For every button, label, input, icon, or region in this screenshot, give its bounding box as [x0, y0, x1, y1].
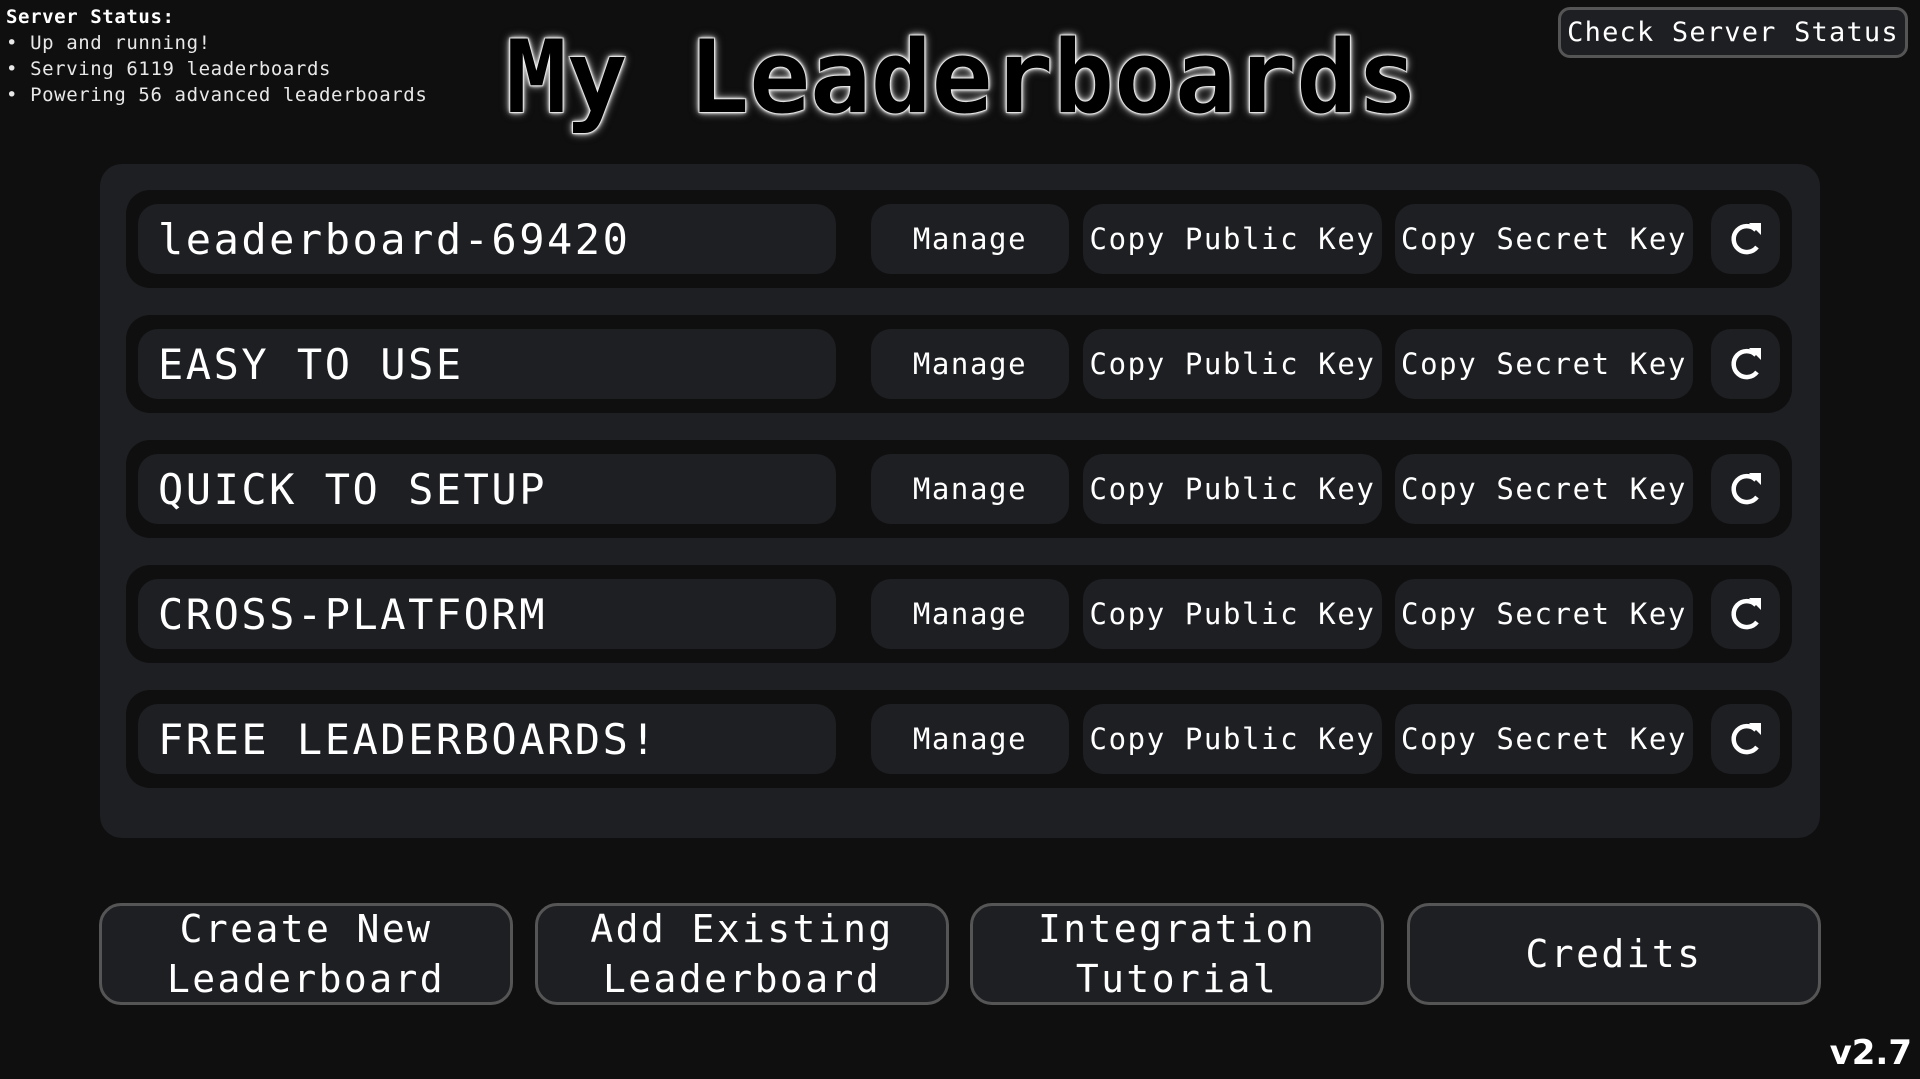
manage-button[interactable]: Manage: [871, 329, 1069, 399]
copy-public-key-button[interactable]: Copy Public Key: [1083, 454, 1382, 524]
refresh-button[interactable]: [1711, 204, 1780, 274]
leaderboard-row: FREE LEADERBOARDS! Manage Copy Public Ke…: [126, 690, 1792, 788]
copy-secret-key-button[interactable]: Copy Secret Key: [1395, 704, 1693, 774]
manage-button[interactable]: Manage: [871, 454, 1069, 524]
button-label-line: Leaderboard: [602, 957, 882, 1001]
server-status-line: • Serving 6119 leaderboards: [6, 58, 332, 80]
leaderboard-row: leaderboard-69420 Manage Copy Public Key…: [126, 190, 1792, 288]
leaderboard-list-panel: leaderboard-69420 Manage Copy Public Key…: [100, 164, 1820, 838]
copy-public-key-button[interactable]: Copy Public Key: [1083, 579, 1382, 649]
button-label-line: Credits: [1525, 932, 1703, 976]
leaderboard-name: leaderboard-69420: [138, 204, 836, 274]
add-existing-leaderboard-button[interactable]: Add Existing Leaderboard: [535, 903, 949, 1005]
button-label-line: Add Existing: [590, 907, 894, 951]
refresh-icon: [1730, 348, 1761, 380]
server-status-line: • Up and running!: [6, 32, 211, 54]
manage-button[interactable]: Manage: [871, 704, 1069, 774]
leaderboard-name: FREE LEADERBOARDS!: [138, 704, 836, 774]
server-status-title: Server Status:: [6, 6, 175, 28]
leaderboards-screen: Server Status: • Up and running! • Servi…: [0, 0, 1920, 1079]
create-new-leaderboard-button[interactable]: Create New Leaderboard: [99, 903, 513, 1005]
leaderboard-name: CROSS-PLATFORM: [138, 579, 836, 649]
check-server-status-button[interactable]: Check Server Status: [1558, 7, 1908, 58]
refresh-button[interactable]: [1711, 329, 1780, 399]
copy-public-key-button[interactable]: Copy Public Key: [1083, 704, 1382, 774]
server-status-line: • Powering 56 advanced leaderboards: [6, 84, 428, 106]
leaderboard-name: EASY TO USE: [138, 329, 836, 399]
button-label-line: Integration: [1037, 907, 1317, 951]
refresh-icon: [1730, 473, 1761, 505]
copy-public-key-button[interactable]: Copy Public Key: [1083, 204, 1382, 274]
refresh-button[interactable]: [1711, 579, 1780, 649]
leaderboard-row: CROSS-PLATFORM Manage Copy Public Key Co…: [126, 565, 1792, 663]
copy-secret-key-button[interactable]: Copy Secret Key: [1395, 579, 1693, 649]
page-title: My Leaderboards: [505, 18, 1419, 136]
refresh-icon: [1730, 598, 1761, 630]
refresh-icon: [1730, 723, 1761, 755]
server-status: Server Status: • Up and running! • Servi…: [6, 4, 427, 108]
refresh-button[interactable]: [1711, 704, 1780, 774]
button-label-line: Create New: [179, 907, 433, 951]
refresh-button[interactable]: [1711, 454, 1780, 524]
version-label: v2.7: [1829, 1033, 1912, 1073]
copy-public-key-button[interactable]: Copy Public Key: [1083, 329, 1382, 399]
integration-tutorial-button[interactable]: Integration Tutorial: [970, 903, 1384, 1005]
button-label-line: Tutorial: [1075, 957, 1279, 1001]
copy-secret-key-button[interactable]: Copy Secret Key: [1395, 204, 1693, 274]
manage-button[interactable]: Manage: [871, 204, 1069, 274]
refresh-icon: [1730, 223, 1761, 255]
manage-button[interactable]: Manage: [871, 579, 1069, 649]
leaderboard-name: QUICK TO SETUP: [138, 454, 836, 524]
leaderboard-row: EASY TO USE Manage Copy Public Key Copy …: [126, 315, 1792, 413]
credits-button[interactable]: Credits: [1407, 903, 1821, 1005]
button-label-line: Leaderboard: [166, 957, 446, 1001]
copy-secret-key-button[interactable]: Copy Secret Key: [1395, 454, 1693, 524]
leaderboard-row: QUICK TO SETUP Manage Copy Public Key Co…: [126, 440, 1792, 538]
copy-secret-key-button[interactable]: Copy Secret Key: [1395, 329, 1693, 399]
